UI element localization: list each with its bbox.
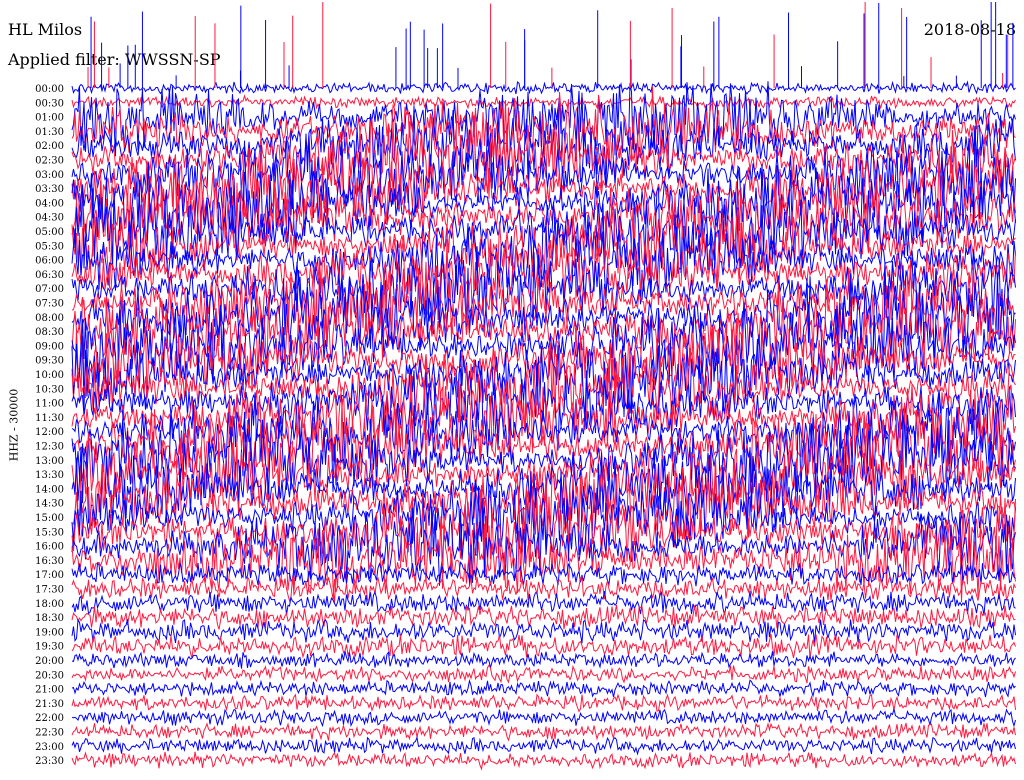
row-label-0200: 02:00 bbox=[35, 141, 64, 152]
row-label-1800: 18:00 bbox=[35, 599, 64, 610]
row-label-0400: 04:00 bbox=[35, 198, 64, 209]
row-label-1730: 17:30 bbox=[35, 585, 64, 596]
trace-row-2030 bbox=[71, 664, 1016, 684]
row-label-0600: 06:00 bbox=[35, 256, 64, 267]
row-label-1330: 13:30 bbox=[35, 470, 64, 481]
row-label-2130: 21:30 bbox=[35, 699, 64, 710]
row-label-2230: 22:30 bbox=[35, 728, 64, 739]
row-label-0500: 05:00 bbox=[35, 227, 64, 238]
trace-row-0000 bbox=[71, 80, 1016, 95]
row-label-1300: 13:00 bbox=[35, 456, 64, 467]
row-label-1530: 15:30 bbox=[35, 527, 64, 538]
row-label-2000: 20:00 bbox=[35, 656, 64, 667]
row-label-1830: 18:30 bbox=[35, 613, 64, 624]
row-label-1430: 14:30 bbox=[35, 499, 64, 510]
row-label-0830: 08:30 bbox=[35, 327, 64, 338]
row-label-1130: 11:30 bbox=[35, 413, 64, 424]
row-label-0800: 08:00 bbox=[35, 313, 64, 324]
trace-row-1830 bbox=[71, 604, 1016, 630]
row-label-1930: 19:30 bbox=[35, 642, 64, 653]
row-label-0730: 07:30 bbox=[35, 299, 64, 310]
helicorder-plot: 00:00 00:30 01:00 01:30 02:00 02:30 03:00 03:30… bbox=[35, 2, 1016, 771]
trace-row-2300 bbox=[71, 735, 1016, 756]
trace-row-2100 bbox=[71, 678, 1016, 698]
row-label-0330: 03:30 bbox=[35, 184, 64, 195]
row-label-0700: 07:00 bbox=[35, 284, 64, 295]
row-label-0000: 00:00 bbox=[35, 84, 64, 95]
row-label-1000: 10:00 bbox=[35, 370, 64, 381]
trace-row-1900 bbox=[71, 618, 1016, 644]
row-label-2030: 20:30 bbox=[35, 670, 64, 681]
row-label-0030: 00:30 bbox=[35, 98, 64, 109]
row-label-1230: 12:30 bbox=[35, 442, 64, 453]
row-label-0300: 03:00 bbox=[35, 170, 64, 181]
row-label-1100: 11:00 bbox=[35, 399, 64, 410]
row-label-2330: 23:30 bbox=[35, 756, 64, 767]
trace-row-2000 bbox=[71, 651, 1016, 669]
row-label-0530: 05:30 bbox=[35, 241, 64, 252]
row-label-0130: 01:30 bbox=[35, 127, 64, 138]
row-label-group: 00:00 00:30 01:00 01:30 02:00 02:30 03:00 03:30… bbox=[35, 84, 64, 767]
row-label-0930: 09:30 bbox=[35, 356, 64, 367]
row-label-0430: 04:30 bbox=[35, 213, 64, 224]
row-label-1700: 17:00 bbox=[35, 570, 64, 581]
trace-row-1930 bbox=[71, 633, 1016, 659]
row-label-2100: 21:00 bbox=[35, 685, 64, 696]
row-label-0900: 09:00 bbox=[35, 341, 64, 352]
row-label-0100: 01:00 bbox=[35, 113, 64, 124]
trace-group bbox=[71, 2, 1016, 771]
row-label-0230: 02:30 bbox=[35, 156, 64, 167]
row-label-1630: 16:30 bbox=[35, 556, 64, 567]
row-label-0630: 06:30 bbox=[35, 270, 64, 281]
row-label-1900: 19:00 bbox=[35, 627, 64, 638]
trace-row-0030 bbox=[71, 94, 1016, 110]
row-label-2300: 23:00 bbox=[35, 742, 64, 753]
row-label-1200: 12:00 bbox=[35, 427, 64, 438]
row-label-1500: 15:00 bbox=[35, 513, 64, 524]
row-label-1600: 16:00 bbox=[35, 542, 64, 553]
row-label-2200: 22:00 bbox=[35, 713, 64, 724]
trace-row-2130 bbox=[71, 693, 1016, 713]
trace-row-2330 bbox=[71, 751, 1016, 771]
row-label-1030: 10:30 bbox=[35, 384, 64, 395]
row-label-1400: 14:00 bbox=[35, 484, 64, 495]
trace-row-2200 bbox=[71, 708, 1016, 728]
